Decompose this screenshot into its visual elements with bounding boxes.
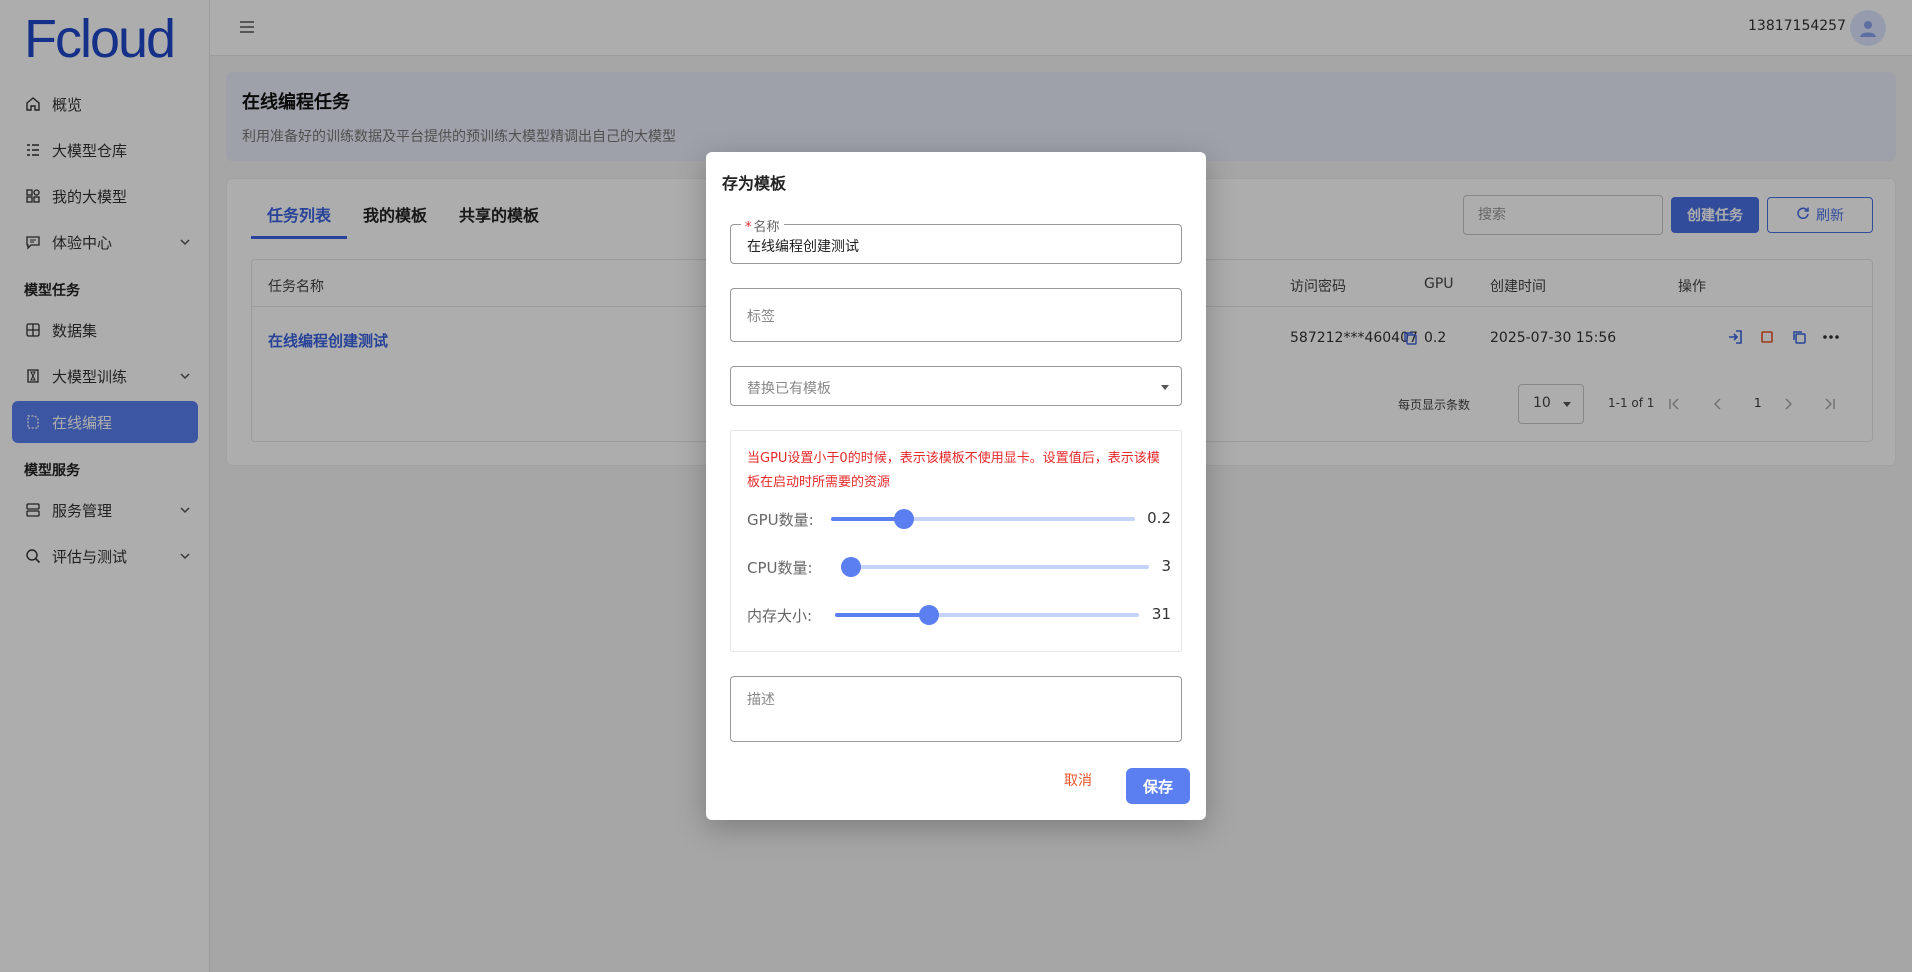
memory-slider-value: 31 bbox=[1151, 605, 1171, 623]
gpu-slider-value: 0.2 bbox=[1147, 509, 1171, 527]
cpu-slider-value: 3 bbox=[1161, 557, 1171, 575]
cpu-slider-thumb[interactable] bbox=[841, 557, 861, 577]
cpu-slider-label: CPU数量: bbox=[747, 559, 813, 577]
replace-template-select[interactable]: 替换已有模板 bbox=[730, 366, 1182, 406]
memory-slider-fill bbox=[835, 613, 929, 617]
resource-settings: 当GPU设置小于0的时候，表示该模板不使用显卡。设置值后，表示该模板在启动时所需… bbox=[730, 430, 1182, 652]
tag-placeholder: 标签 bbox=[747, 309, 775, 325]
save-template-dialog: 存为模板 * 名称 在线编程创建测试 标签 替换已有模板 当GPU设置小于0的时候… bbox=[706, 152, 1206, 820]
memory-slider-row: 内存大小: 31 bbox=[747, 603, 1171, 627]
required-mark: * bbox=[745, 220, 752, 235]
cpu-slider-row: CPU数量: 3 bbox=[747, 555, 1171, 579]
gpu-slider-row: GPU数量: 0.2 bbox=[747, 507, 1171, 531]
name-label: * 名称 bbox=[741, 216, 784, 235]
description-placeholder: 描述 bbox=[747, 692, 775, 708]
gpu-slider-thumb[interactable] bbox=[894, 509, 914, 529]
gpu-slider[interactable] bbox=[831, 509, 1135, 529]
save-button[interactable]: 保存 bbox=[1126, 768, 1190, 804]
description-field[interactable]: 描述 bbox=[730, 676, 1182, 742]
tag-field[interactable]: 标签 bbox=[730, 288, 1182, 342]
name-field[interactable]: * 名称 在线编程创建测试 bbox=[730, 216, 1182, 264]
caret-down-icon bbox=[1161, 385, 1169, 390]
gpu-slider-label: GPU数量: bbox=[747, 511, 814, 529]
dialog-title: 存为模板 bbox=[722, 174, 787, 193]
memory-slider[interactable] bbox=[835, 605, 1139, 625]
resource-note: 当GPU设置小于0的时候，表示该模板不使用显卡。设置值后，表示该模板在启动时所需… bbox=[747, 451, 1160, 490]
memory-slider-thumb[interactable] bbox=[919, 605, 939, 625]
memory-slider-label: 内存大小: bbox=[747, 607, 813, 625]
replace-template-placeholder: 替换已有模板 bbox=[747, 381, 831, 397]
name-label-text: 名称 bbox=[753, 220, 780, 235]
name-value: 在线编程创建测试 bbox=[747, 239, 859, 255]
cpu-slider[interactable] bbox=[841, 557, 1149, 577]
cancel-button[interactable]: 取消 bbox=[1064, 770, 1092, 790]
